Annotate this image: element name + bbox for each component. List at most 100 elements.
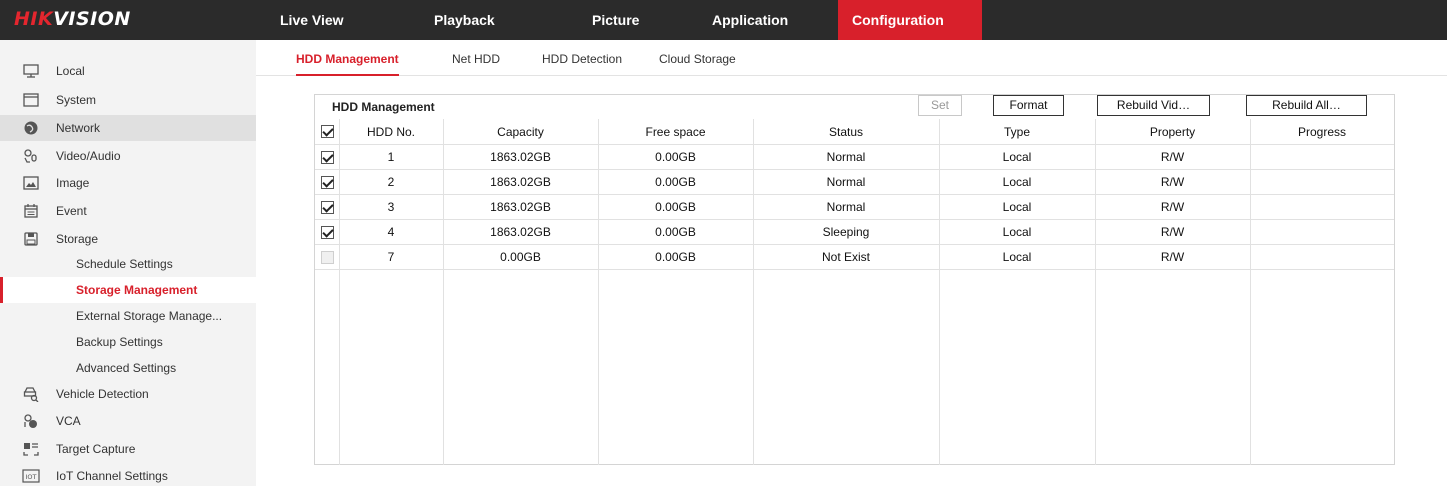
select-all-checkbox[interactable] — [320, 125, 334, 138]
cell-type: Local — [1002, 150, 1032, 164]
main-nav: Live View Playback Picture Application C… — [268, 0, 982, 40]
cell-progress — [1250, 145, 1394, 169]
column-header-progress: Progress — [1297, 124, 1347, 139]
sidebar-subitem-storage-management[interactable]: Storage Management — [0, 277, 256, 303]
logo-text-hik: HIK — [14, 8, 54, 30]
cell-status: Normal — [826, 175, 866, 189]
cell-type: Local — [1002, 200, 1032, 214]
nav-application[interactable]: Application — [704, 0, 838, 40]
sidebar-item-system[interactable]: System — [0, 87, 256, 113]
cell-free-space: 0.00GB — [655, 200, 696, 214]
hdd-management-panel: HDD Management Set Format Rebuild Vid… R… — [314, 94, 1395, 465]
column-header-hdd-no: HDD No. — [366, 124, 415, 139]
panel-header: HDD Management Set Format Rebuild Vid… R… — [315, 95, 1394, 119]
cell-hdd-no: 1 — [387, 150, 395, 164]
sidebar-subitem-schedule-settings[interactable]: Schedule Settings — [0, 251, 256, 277]
cell-progress — [1250, 195, 1394, 219]
sidebar-item-label: Vehicle Detection — [56, 387, 149, 401]
cell-capacity: 1863.02GB — [490, 225, 551, 239]
table-row[interactable]: 2 1863.02GB 0.00GB Normal Local R/W — [315, 170, 1394, 195]
sidebar-item-network[interactable]: Network — [0, 115, 256, 141]
cell-progress — [1250, 245, 1394, 269]
camera-mic-icon — [22, 147, 40, 165]
cell-capacity: 0.00GB — [500, 250, 541, 264]
nav-live-view[interactable]: Live View — [268, 0, 420, 40]
sidebar-item-event[interactable]: Event — [0, 198, 256, 224]
sidebar-subitem-external-storage[interactable]: External Storage Manage... — [0, 303, 256, 329]
tab-hdd-management[interactable]: HDD Management — [296, 52, 399, 76]
table-header-row: HDD No. Capacity Free space Status Type … — [315, 119, 1394, 145]
cell-free-space: 0.00GB — [655, 225, 696, 239]
sidebar-item-label: IoT Channel Settings — [56, 469, 168, 483]
top-bar: HIKVISION Live View Playback Picture App… — [0, 0, 1447, 40]
column-header-type: Type — [1003, 124, 1030, 139]
sidebar-item-vca[interactable]: VCA — [0, 408, 256, 434]
vca-icon — [22, 412, 40, 430]
sidebar-item-iot-channel-settings[interactable]: IOT IoT Channel Settings — [0, 463, 256, 489]
table-row[interactable]: 7 0.00GB 0.00GB Not Exist Local R/W — [315, 245, 1394, 270]
tab-cloud-storage[interactable]: Cloud Storage — [659, 52, 736, 76]
cell-property: R/W — [1160, 225, 1185, 239]
storage-icon — [22, 230, 40, 248]
cell-type: Local — [1002, 175, 1032, 189]
cell-free-space: 0.00GB — [655, 175, 696, 189]
cell-hdd-no: 7 — [387, 250, 395, 264]
row-checkbox[interactable] — [320, 150, 334, 164]
cell-status: Normal — [826, 200, 866, 214]
cell-property: R/W — [1160, 150, 1185, 164]
sidebar-item-label: Image — [56, 176, 90, 190]
nav-playback[interactable]: Playback — [420, 0, 584, 40]
monitor-icon — [22, 62, 40, 80]
tab-hdd-detection[interactable]: HDD Detection — [542, 52, 622, 76]
cell-property: R/W — [1160, 250, 1185, 264]
sub-tabs: HDD Management Net HDD HDD Detection Clo… — [256, 40, 1447, 76]
sidebar-item-label: Target Capture — [56, 442, 136, 456]
globe-icon — [22, 119, 40, 137]
table-row[interactable]: 3 1863.02GB 0.00GB Normal Local R/W — [315, 195, 1394, 220]
hikvision-logo: HIKVISION — [14, 8, 131, 30]
set-button[interactable]: Set — [918, 95, 962, 116]
cell-hdd-no: 2 — [387, 175, 395, 189]
cell-type: Local — [1002, 225, 1032, 239]
cell-progress — [1250, 220, 1394, 244]
sidebar-item-image[interactable]: Image — [0, 170, 256, 196]
sidebar-item-video-audio[interactable]: Video/Audio — [0, 143, 256, 169]
sidebar-item-local[interactable]: Local — [0, 58, 256, 84]
nav-configuration[interactable]: Configuration — [838, 0, 982, 40]
sidebar-item-target-capture[interactable]: Target Capture — [0, 436, 256, 462]
row-checkbox[interactable] — [320, 250, 334, 264]
svg-text:IOT: IOT — [25, 473, 36, 481]
rebuild-all-button[interactable]: Rebuild All… — [1246, 95, 1367, 116]
vehicle-detection-icon — [22, 385, 40, 403]
cell-capacity: 1863.02GB — [490, 175, 551, 189]
cell-status: Not Exist — [821, 250, 870, 264]
format-button[interactable]: Format — [993, 95, 1064, 116]
sidebar-subitem-advanced-settings[interactable]: Advanced Settings — [0, 355, 256, 381]
sidebar-subitem-backup-settings[interactable]: Backup Settings — [0, 329, 256, 355]
sidebar: Local System Network Video/Audio Image E… — [0, 40, 256, 486]
sidebar-item-label: Storage — [56, 232, 99, 246]
tab-net-hdd[interactable]: Net HDD — [452, 52, 500, 76]
cell-property: R/W — [1160, 200, 1185, 214]
column-header-status: Status — [828, 124, 864, 139]
sidebar-item-vehicle-detection[interactable]: Vehicle Detection — [0, 381, 256, 407]
nav-picture[interactable]: Picture — [584, 0, 704, 40]
column-header-property: Property — [1149, 124, 1196, 139]
logo-text-vision: VISION — [53, 8, 131, 30]
cell-capacity: 1863.02GB — [490, 200, 551, 214]
cell-hdd-no: 3 — [387, 200, 395, 214]
cell-status: Normal — [826, 150, 866, 164]
iot-icon: IOT — [22, 467, 40, 485]
row-checkbox[interactable] — [320, 200, 334, 214]
row-checkbox[interactable] — [320, 175, 334, 189]
cell-status: Sleeping — [822, 225, 870, 239]
sidebar-item-label: Video/Audio — [56, 149, 121, 163]
sidebar-item-label: VCA — [56, 414, 81, 428]
target-capture-icon — [22, 440, 40, 458]
column-header-free-space: Free space — [645, 124, 706, 139]
table-row[interactable]: 4 1863.02GB 0.00GB Sleeping Local R/W — [315, 220, 1394, 245]
sidebar-item-storage[interactable]: Storage — [0, 226, 256, 252]
table-row[interactable]: 1 1863.02GB 0.00GB Normal Local R/W — [315, 145, 1394, 170]
rebuild-video-button[interactable]: Rebuild Vid… — [1097, 95, 1210, 116]
row-checkbox[interactable] — [320, 225, 334, 239]
